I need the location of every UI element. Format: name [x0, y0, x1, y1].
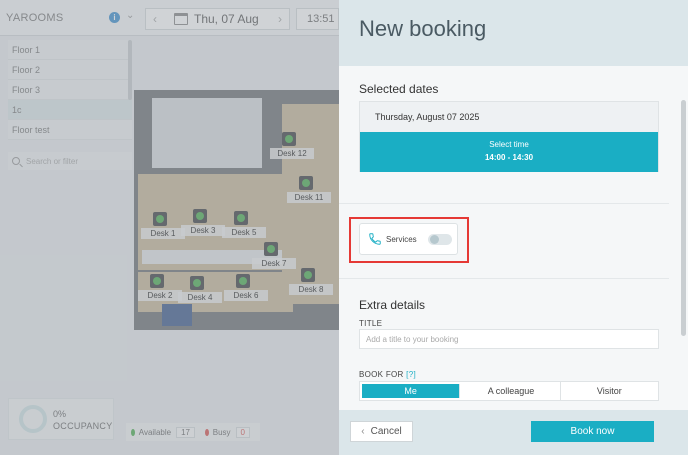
book-for-me[interactable]: Me: [362, 384, 461, 398]
new-booking-panel: New booking Selected dates Thursday, Aug…: [339, 0, 688, 455]
divider: [339, 278, 669, 279]
services-toggle[interactable]: [427, 233, 452, 245]
services-card[interactable]: Services: [359, 223, 458, 255]
book-now-button[interactable]: Book now: [531, 421, 654, 442]
panel-header: New booking: [339, 0, 688, 66]
cancel-button[interactable]: ‹ Cancel: [350, 421, 413, 442]
selected-date-card: Thursday, August 07 2025 Select time 14:…: [359, 101, 659, 172]
select-time-label: Select time: [489, 140, 529, 149]
book-for-visitor[interactable]: Visitor: [561, 382, 658, 400]
selected-date: Thursday, August 07 2025: [360, 102, 658, 132]
cancel-label: Cancel: [370, 426, 402, 437]
book-for-label: BOOK FOR [?]: [359, 370, 416, 379]
divider: [339, 203, 669, 204]
panel-title: New booking: [359, 16, 487, 41]
floor-map-app: YAROOMS i ⌄ ‹ Thu, 07 Aug › 13:51 Floor …: [0, 0, 339, 455]
panel-footer: ‹ Cancel Book now: [339, 410, 688, 455]
services-label: Services: [386, 234, 417, 244]
book-for-selector: Me A colleague Visitor: [359, 381, 659, 401]
modal-overlay[interactable]: [0, 0, 339, 455]
book-for-colleague[interactable]: A colleague: [462, 382, 561, 400]
title-label: TITLE: [359, 319, 383, 328]
panel-scrollbar[interactable]: [681, 100, 686, 336]
time-range: 14:00 - 14:30: [484, 153, 534, 162]
book-for-help-link[interactable]: [?]: [406, 370, 416, 379]
chevron-left-icon: ‹: [361, 426, 365, 437]
phone-icon: [369, 233, 381, 245]
extra-details-title: Extra details: [359, 298, 426, 312]
selected-dates-title: Selected dates: [359, 82, 439, 96]
booking-title-input[interactable]: [359, 329, 659, 349]
select-time-button[interactable]: Select time 14:00 - 14:30: [360, 132, 658, 172]
panel-body: Selected dates Thursday, August 07 2025 …: [339, 66, 688, 410]
book-for-text: BOOK FOR: [359, 370, 404, 379]
